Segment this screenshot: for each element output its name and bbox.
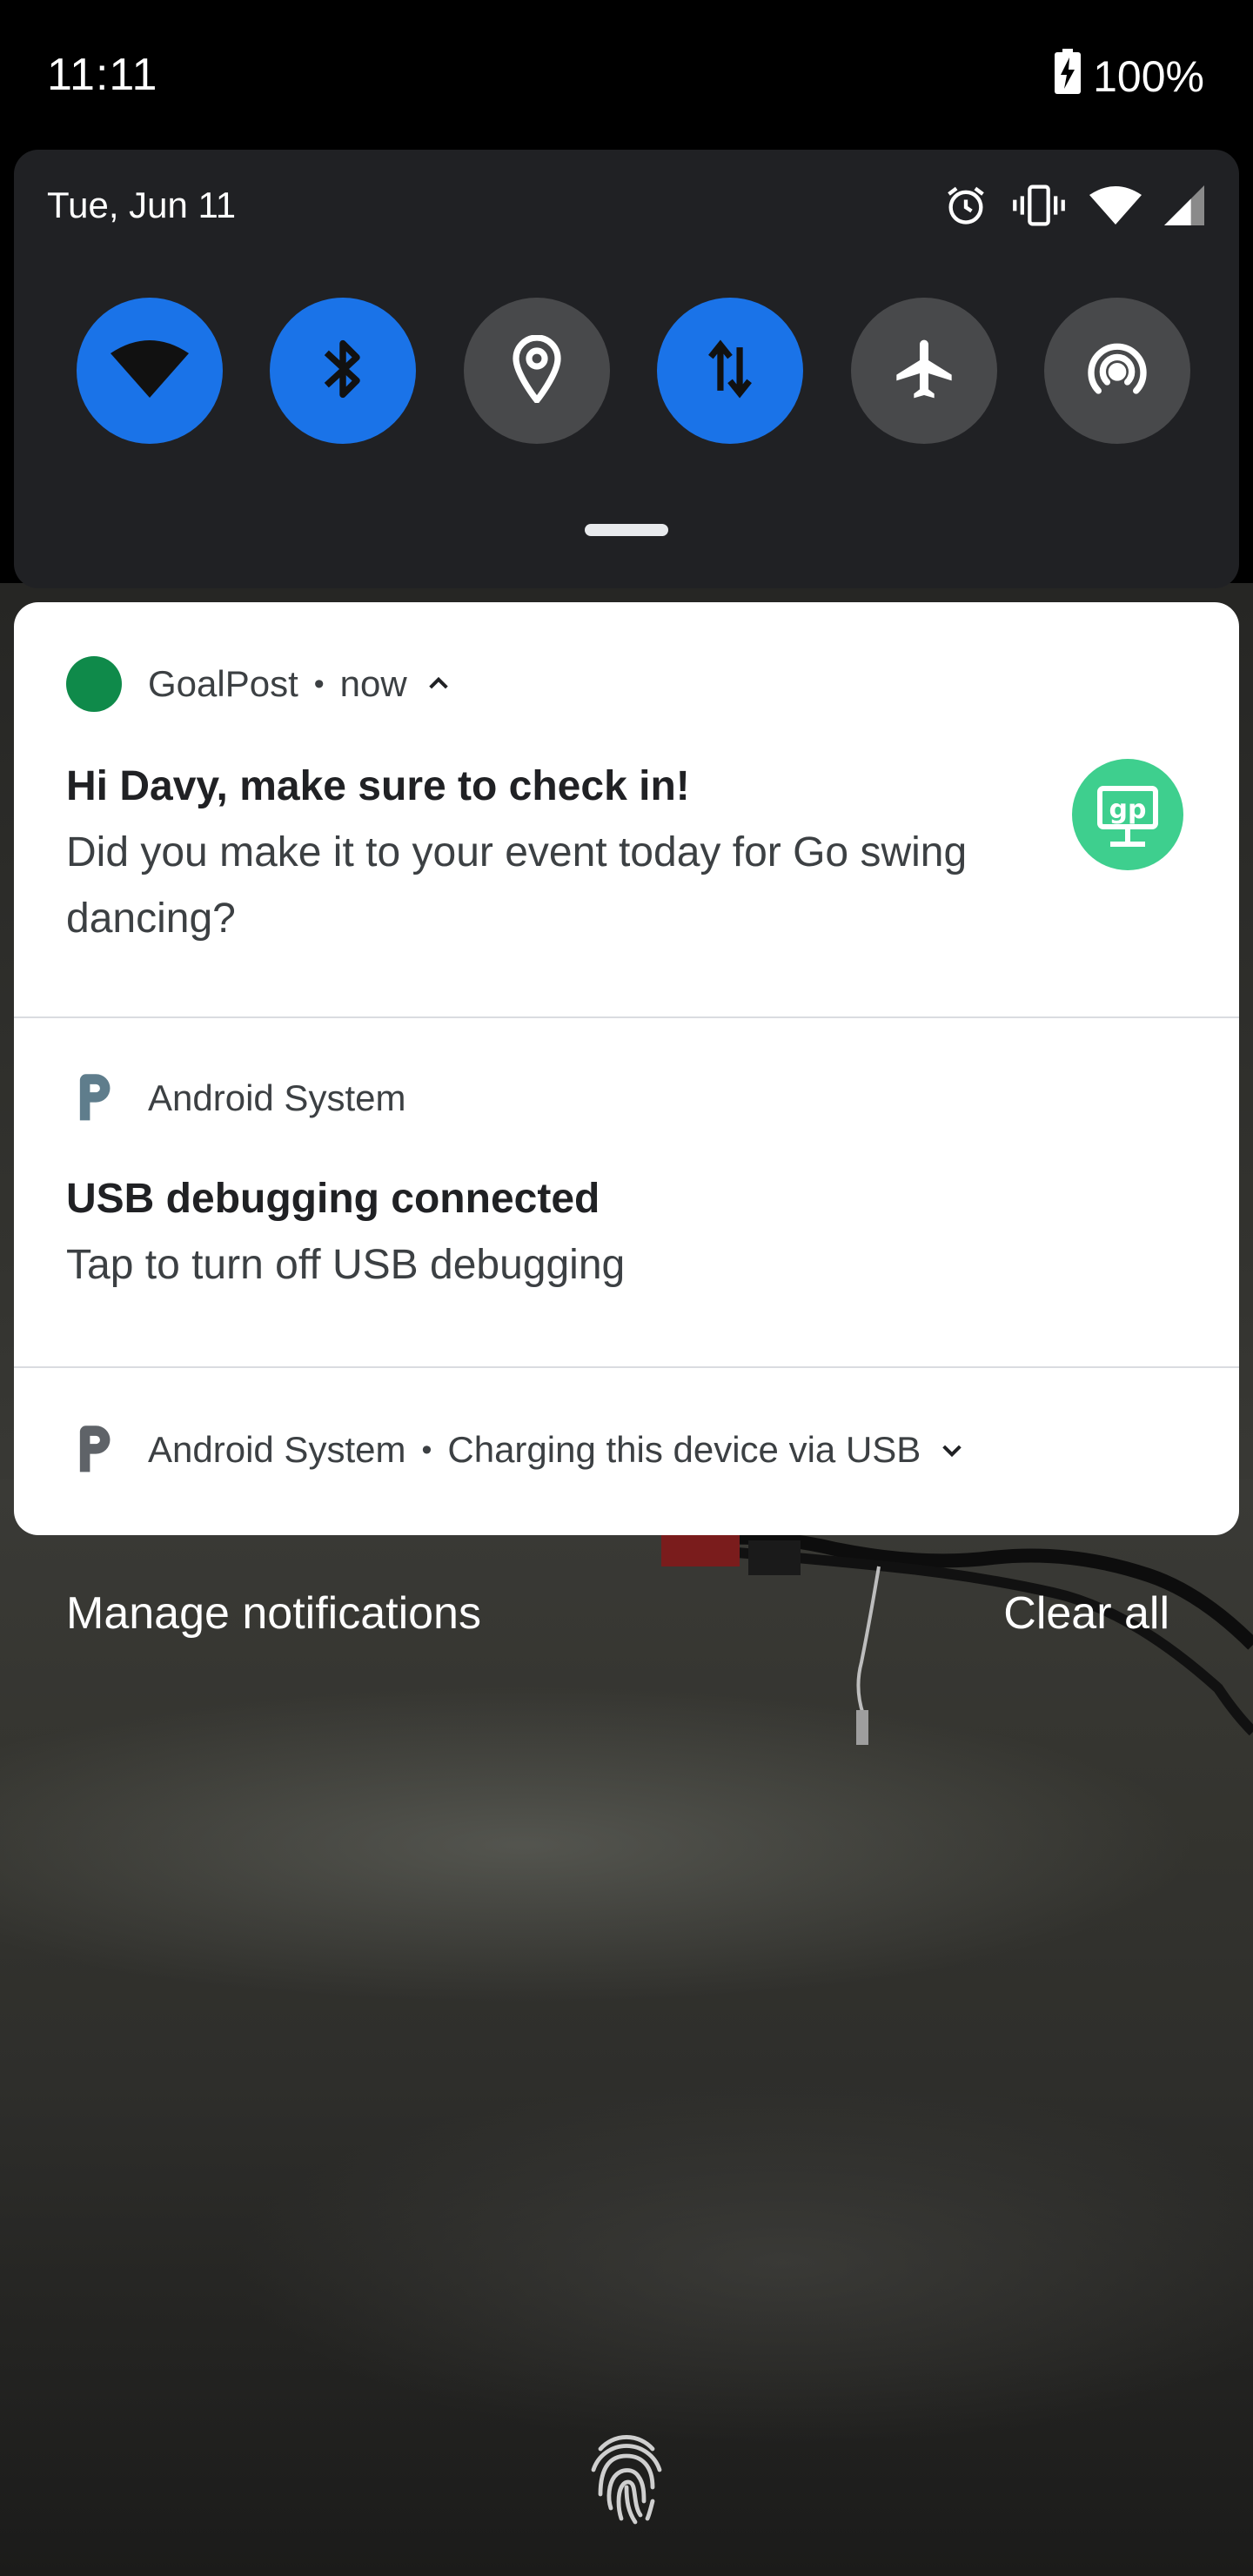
bluetooth-icon (318, 334, 367, 408)
tile-location[interactable] (463, 298, 610, 444)
qs-tiles-row (77, 298, 1190, 444)
hotspot-icon (1082, 334, 1152, 408)
notification-title: Hi Davy, make sure to check in! (66, 763, 690, 809)
notification-charging[interactable]: Android System • Charging this device vi… (14, 1368, 1239, 1535)
app-name: Android System (148, 1077, 406, 1118)
wifi-signal-icon (1089, 186, 1142, 229)
status-bar: 11:11 100% (0, 0, 1253, 150)
tile-airplane[interactable] (850, 298, 997, 444)
vibrate-icon (1011, 183, 1067, 232)
svg-text:gp: gp (1109, 795, 1147, 825)
notification-goalpost[interactable]: GoalPost • now Hi Davy, make sure to che… (14, 602, 1239, 1018)
data-transfer-icon (706, 338, 754, 405)
goalpost-large-icon: gp (1072, 759, 1183, 870)
android-system-icon (66, 1070, 122, 1126)
wifi-icon (111, 339, 189, 402)
notifications-card: GoalPost • now Hi Davy, make sure to che… (14, 602, 1239, 1535)
tile-mobile-data[interactable] (657, 298, 804, 444)
battery-percent: 100% (1093, 52, 1204, 101)
android-system-icon (66, 1422, 122, 1478)
chevron-down-icon[interactable] (938, 1436, 966, 1464)
notification-body: Did you make it to your event today for … (66, 829, 968, 942)
status-time: 11:11 (47, 50, 158, 100)
cell-signal-icon (1164, 185, 1204, 230)
app-name: GoalPost (148, 663, 298, 704)
notification-time: now (339, 663, 407, 704)
notification-body: Tap to turn off USB debugging (66, 1242, 626, 1288)
location-icon (511, 333, 563, 407)
notification-header: GoalPost • now (66, 656, 452, 712)
separator: • (421, 1432, 432, 1466)
qs-system-icons (943, 183, 1204, 232)
notification-summary: Charging this device via USB (447, 1429, 921, 1470)
airplane-icon (889, 334, 959, 408)
qs-drag-handle[interactable] (585, 524, 668, 536)
fingerprint-icon[interactable] (586, 2432, 667, 2526)
manage-notifications-button[interactable]: Manage notifications (66, 1587, 481, 1640)
quick-settings-panel[interactable]: Tue, Jun 11 (14, 150, 1239, 588)
status-right-group: 100% (1055, 49, 1204, 104)
notification-header: Android System (66, 1070, 405, 1126)
notification-title: USB debugging connected (66, 1176, 600, 1222)
goalpost-app-icon (66, 656, 122, 712)
alarm-icon (943, 183, 988, 232)
tile-wifi[interactable] (77, 298, 223, 444)
qs-date[interactable]: Tue, Jun 11 (47, 184, 236, 226)
chevron-up-icon[interactable] (425, 670, 452, 698)
notification-header: Android System • Charging this device vi… (66, 1422, 966, 1478)
tile-bluetooth[interactable] (270, 298, 417, 444)
notification-shade-screen: 11:11 100% Tue, Jun 11 GoalPost • now Hi… (0, 0, 1253, 2576)
separator: • (313, 667, 325, 701)
battery-charging-icon (1055, 49, 1082, 104)
clear-all-button[interactable]: Clear all (1003, 1587, 1169, 1640)
app-name: Android System (148, 1429, 406, 1470)
notification-footer: Manage notifications Clear all (0, 1566, 1253, 1671)
tile-hotspot[interactable] (1043, 298, 1190, 444)
notification-usb-debugging[interactable]: Android System USB debugging connected T… (14, 1018, 1239, 1366)
